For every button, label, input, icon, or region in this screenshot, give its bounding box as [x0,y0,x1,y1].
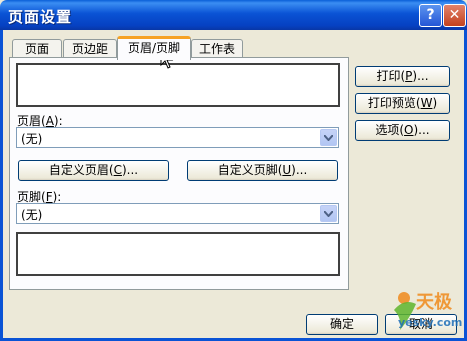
question-icon: ? [426,7,435,23]
footer-select-value: (无) [21,208,43,222]
chevron-down-icon[interactable] [320,129,337,146]
watermark-brand: 天极 [416,292,452,313]
tab-page[interactable]: 页面 [12,39,62,58]
help-button[interactable]: ? [419,4,442,27]
header-preview [16,63,340,107]
chevron-down-icon[interactable] [320,205,337,222]
footer-preview [16,232,340,276]
ok-button[interactable]: 确定 [306,314,378,335]
print-preview-button[interactable]: 打印预览(W) [355,93,450,114]
header-select-value: (无) [21,132,43,146]
window-title: 页面设置 [8,8,73,26]
options-button[interactable]: 选项(O)... [355,120,450,141]
custom-header-button[interactable]: 自定义页眉(C)... [18,160,169,181]
page-setup-dialog: 页面设置 ? ✕ 页面 页边距 页眉/页脚 工作表 页眉(A): (无) 自定义… [0,0,467,341]
custom-footer-button[interactable]: 自定义页脚(U)... [187,160,338,181]
close-button[interactable]: ✕ [443,4,466,27]
title-bar[interactable]: 页面设置 ? ✕ [0,0,467,30]
watermark-site: yesky.com [398,316,463,329]
yesky-watermark: 天极 yesky.com [380,280,464,338]
print-button[interactable]: 打印(P)... [355,66,450,87]
tab-sheet[interactable]: 工作表 [191,39,243,58]
header-select[interactable]: (无) [16,127,339,148]
tab-header-footer[interactable]: 页眉/页脚 [117,36,191,60]
close-icon: ✕ [448,7,461,23]
tab-margins[interactable]: 页边距 [63,39,117,58]
window-frame-left [0,30,3,341]
footer-select[interactable]: (无) [16,203,339,224]
